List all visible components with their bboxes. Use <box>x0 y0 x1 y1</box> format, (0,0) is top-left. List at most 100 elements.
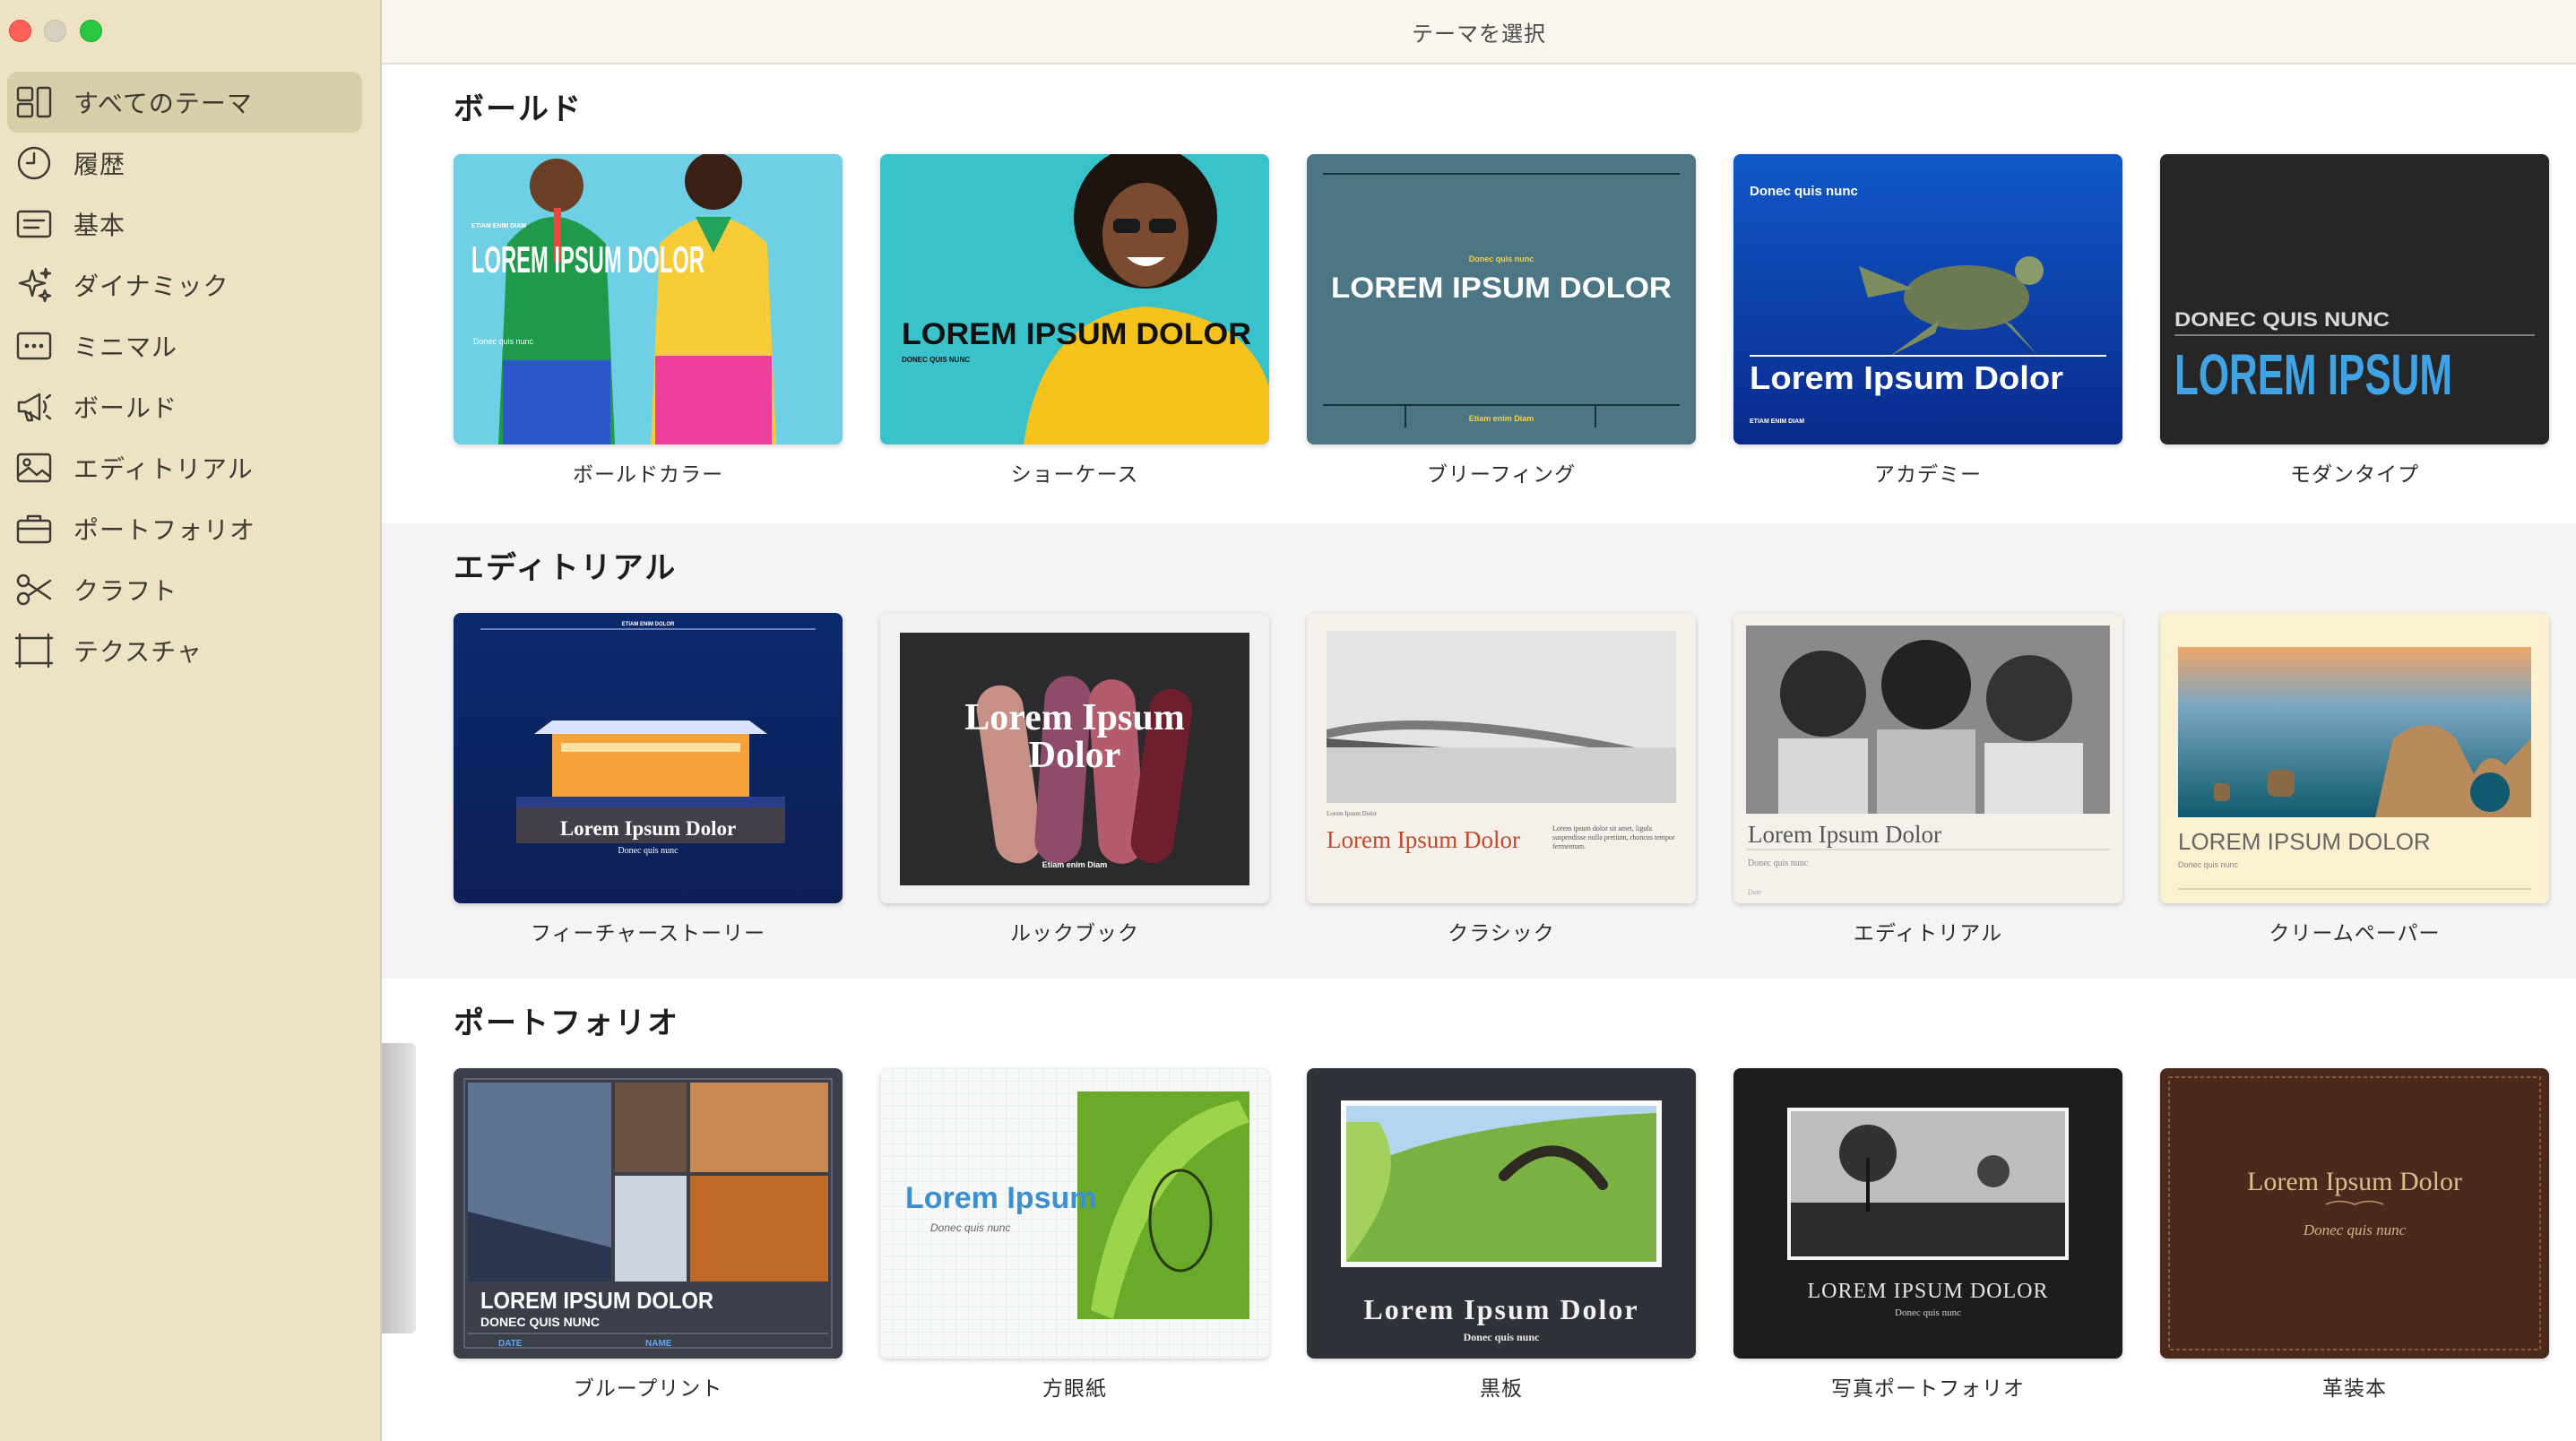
thumb-text: DONEC QUIS NUNC <box>902 356 970 364</box>
theme-card[interactable]: LOREM IPSUM DOLOR DONEC QUIS NUNC ショーケース <box>880 154 1269 488</box>
sidebar-item-portfolio[interactable]: ポートフォリオ <box>7 498 362 559</box>
theme-card[interactable]: Lorem Ipsum Dolor Etiam enim Diam ルックブック <box>880 613 1269 946</box>
theme-card[interactable]: ETIAM ENIM DOLOR Lorem Ipsum Dolor Donec… <box>454 613 843 946</box>
theme-name: ブリーフィング <box>1426 463 1577 487</box>
theme-card[interactable]: DONEC QUIS NUNC LOREM IPSUM モダンタイプ <box>2160 154 2549 488</box>
thumb-text: ETIAM ENIM DOLOR <box>622 622 675 627</box>
theme-name: ブループリント <box>573 1377 723 1401</box>
thumb-title: Lorem Ipsum Dolor <box>1363 1293 1638 1325</box>
sidebar-item-craft[interactable]: クラフト <box>7 559 362 620</box>
theme-card[interactable]: Lorem Ipsum Dolor Donec quis nunc 黒板 <box>1307 1068 1696 1402</box>
sidebar-item-dynamic[interactable]: ダイナミック <box>7 255 362 315</box>
partial-theme-thumbnail[interactable] <box>382 1043 416 1333</box>
sidebar-item-texture[interactable]: テクスチャ <box>7 620 362 681</box>
maximize-window-button[interactable] <box>80 20 102 42</box>
thumb-title: LOREM IPSUM DOLOR <box>902 317 1251 351</box>
theme-name: ショーケース <box>1010 463 1139 487</box>
title-bar: テーマを選択 <box>382 0 2576 65</box>
thumb-text: Donec quis nunc <box>1895 1307 1961 1318</box>
sidebar-item-label: テクスチャ <box>73 637 203 667</box>
thumb-title: Lorem Ipsum Dolor <box>1327 826 1520 853</box>
sidebar-item-basic[interactable]: 基本 <box>7 194 362 255</box>
thumb-title: LOREM IPSUM DOLOR <box>471 238 705 280</box>
thumb-text: Donec quis nunc <box>618 846 679 856</box>
theme-card[interactable]: LOREM IPSUM DOLOR Donec quis nunc クリームペー… <box>2160 613 2549 946</box>
sparkles-icon <box>13 263 56 306</box>
theme-name: エディトリアル <box>1853 922 2003 945</box>
theme-card[interactable]: Lorem Ipsum Donec quis nunc 方眼紙 <box>880 1068 1269 1402</box>
briefcase-icon <box>13 507 56 550</box>
thumb-text: Lorem ipsum dolor sit amet, ligula suspe… <box>1552 824 1675 850</box>
theme-name: 写真ポートフォリオ <box>1831 1377 2025 1401</box>
clock-icon <box>13 142 56 185</box>
theme-thumbnail[interactable]: Donec quis nunc LOREM IPSUM DOLOR Etiam … <box>1307 154 1696 444</box>
thumb-text: Etiam enim Diam <box>1042 860 1108 869</box>
thumb-text: Etiam enim Diam <box>1469 414 1534 423</box>
theme-name: クリームペーパー <box>2269 922 2441 945</box>
section-title: ポートフォリオ <box>454 1005 679 1041</box>
theme-name: フィーチャーストーリー <box>530 922 766 945</box>
theme-thumbnail[interactable]: DONEC QUIS NUNC LOREM IPSUM <box>2160 154 2549 444</box>
theme-thumbnail[interactable]: Lorem Ipsum Dolor Donec quis nunc <box>2160 1068 2549 1359</box>
theme-card[interactable]: LOREM IPSUM DOLOR Donec quis nunc 写真ポートフ… <box>1733 1068 2122 1402</box>
section-bold: ボールド ETIAM ENIM DIAM LOREM IPSUM DOLOR D… <box>382 65 2576 520</box>
theme-thumbnail[interactable]: Lorem Ipsum Dolor Lorem Ipsum Dolor Lore… <box>1307 613 1696 903</box>
theme-card[interactable]: Donec quis nunc Lorem Ipsum Dolor ETIAM … <box>1733 154 2122 488</box>
section-title: ボールド <box>454 91 583 127</box>
text-box-icon <box>13 203 56 246</box>
sidebar-item-label: 履歴 <box>73 150 126 179</box>
sidebar-item-history[interactable]: 履歴 <box>7 133 362 194</box>
thumb-title: LOREM IPSUM DOLOR <box>480 1287 713 1314</box>
thumb-title: Lorem Ipsum Dolor <box>2247 1167 2462 1196</box>
thumb-title: Dolor <box>1029 735 1121 776</box>
thumb-title: LOREM IPSUM DOLOR <box>1807 1280 2048 1303</box>
thumb-text: Donec quis nunc <box>2178 860 2239 869</box>
theme-thumbnail[interactable]: LOREM IPSUM DOLOR DONEC QUIS NUNC <box>880 154 1269 444</box>
theme-card[interactable]: Lorem Ipsum Dolor Donec quis nunc Date エ… <box>1733 613 2122 946</box>
section-portfolio: ポートフォリオ LOREM IPSUM DOLOR DONEC QUIS NUN… <box>382 979 2576 1434</box>
thumb-title: Lorem Ipsum Dolor <box>1748 821 1941 848</box>
sidebar-item-bold[interactable]: ボールド <box>7 376 362 437</box>
theme-thumbnail[interactable]: Lorem Ipsum Dolor Donec quis nunc <box>1307 1068 1696 1359</box>
theme-name: 方眼紙 <box>1042 1377 1107 1401</box>
theme-card[interactable]: Donec quis nunc LOREM IPSUM DOLOR Etiam … <box>1307 154 1696 488</box>
thumb-title: LOREM IPSUM DOLOR <box>2178 828 2431 855</box>
minimize-window-button[interactable] <box>44 20 66 42</box>
theme-card[interactable]: LOREM IPSUM DOLOR DONEC QUIS NUNC DATE N… <box>454 1068 843 1402</box>
thumb-title: Lorem Ipsum Dolor <box>1750 359 2063 396</box>
sidebar-item-label: ミニマル <box>73 332 178 362</box>
photo-icon <box>13 446 56 489</box>
sidebar-item-all-themes[interactable]: すべてのテーマ <box>7 72 362 133</box>
theme-name: アカデミー <box>1874 463 1982 487</box>
thumb-text: Date <box>1748 888 1762 896</box>
theme-thumbnail[interactable]: ETIAM ENIM DOLOR Lorem Ipsum Dolor Donec… <box>454 613 843 903</box>
thumb-text: Donec quis nunc <box>473 337 534 346</box>
thumb-text: NAME <box>645 1339 672 1349</box>
sidebar-item-minimal[interactable]: ミニマル <box>7 315 362 376</box>
close-window-button[interactable] <box>9 20 31 42</box>
sidebar-item-label: エディトリアル <box>73 454 254 484</box>
theme-thumbnail[interactable]: Lorem Ipsum Donec quis nunc <box>880 1068 1269 1359</box>
thumb-title: Lorem Ipsum <box>905 1181 1096 1215</box>
thumb-text: Donec quis nunc <box>1748 859 1809 868</box>
thumb-text: Donec quis nunc <box>2303 1221 2407 1238</box>
theme-name: 黒板 <box>1480 1377 1523 1401</box>
theme-card[interactable]: Lorem Ipsum Dolor Donec quis nunc 革装本 <box>2160 1068 2549 1402</box>
thumb-title: LOREM IPSUM <box>2174 342 2452 407</box>
thumb-text: Donec quis nunc <box>930 1221 1010 1234</box>
theme-gallery[interactable]: ボールド ETIAM ENIM DIAM LOREM IPSUM DOLOR D… <box>382 65 2576 1441</box>
sidebar-item-label: クラフト <box>73 576 178 606</box>
theme-thumbnail[interactable]: Lorem Ipsum Dolor Donec quis nunc Date <box>1733 613 2122 903</box>
sidebar-item-label: すべてのテーマ <box>73 89 253 118</box>
sidebar-item-editorial[interactable]: エディトリアル <box>7 437 362 498</box>
theme-thumbnail[interactable]: LOREM IPSUM DOLOR DONEC QUIS NUNC DATE N… <box>454 1068 843 1359</box>
theme-thumbnail[interactable]: Donec quis nunc Lorem Ipsum Dolor ETIAM … <box>1733 154 2122 444</box>
theme-card[interactable]: Lorem Ipsum Dolor Lorem Ipsum Dolor Lore… <box>1307 613 1696 946</box>
theme-thumbnail[interactable]: LOREM IPSUM DOLOR Donec quis nunc <box>1733 1068 2122 1359</box>
theme-thumbnail[interactable]: LOREM IPSUM DOLOR Donec quis nunc <box>2160 613 2549 903</box>
theme-name: ボールドカラー <box>573 463 723 487</box>
theme-thumbnail[interactable]: ETIAM ENIM DIAM LOREM IPSUM DOLOR Donec … <box>454 154 843 444</box>
theme-thumbnail[interactable]: Lorem Ipsum Dolor Etiam enim Diam <box>880 613 1269 903</box>
theme-card[interactable]: ETIAM ENIM DIAM LOREM IPSUM DOLOR Donec … <box>454 154 843 488</box>
theme-name: 革装本 <box>2322 1377 2387 1401</box>
